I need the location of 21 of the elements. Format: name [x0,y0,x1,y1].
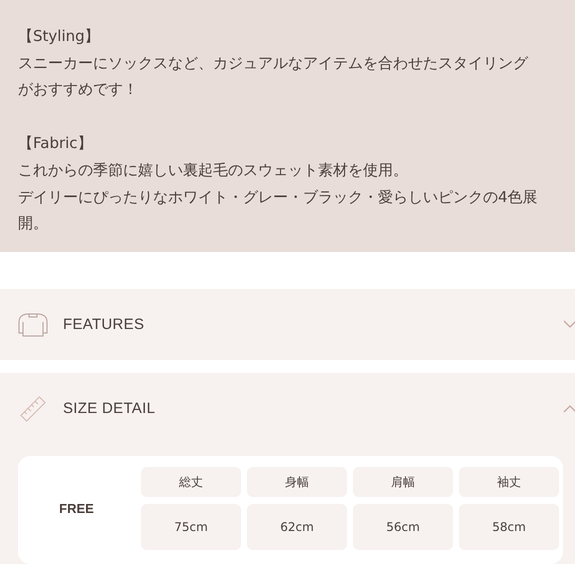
column-header: 袖丈 [459,467,559,497]
column-header: 総丈 [141,467,241,497]
chevron-icon[interactable] [563,404,575,413]
accordion-title[interactable]: FEATURES [63,316,559,333]
section-heading: 【Fabric】 [18,133,94,154]
description-text: がおすすめです！ [18,79,139,100]
description-text: デイリーにぴったりなホワイト・グレー・ブラック・愛らしいピンクの4色展 [18,186,539,208]
description-text: これからの季節に嬉しい裏起毛のスウェット素材を使用。 [18,160,409,181]
description-text: 開。 [18,213,49,234]
size-label: FREE [58,500,95,518]
column-header: 肩幅 [353,467,453,497]
chevron-icon[interactable] [563,320,575,329]
table-cell: 58cm [459,504,559,550]
section-heading: 【Styling】 [18,26,101,47]
description-text: スニーカーにソックスなど、カジュアルなアイテムを合わせたスタイリング [18,52,530,74]
accordion-title[interactable]: SIZE DETAIL [63,400,559,417]
column-header: 身幅 [247,467,347,497]
table-cell: 75cm [141,504,241,550]
table-cell: 56cm [353,504,453,550]
sweater-icon [17,312,49,338]
table-cell: 62cm [247,504,347,550]
